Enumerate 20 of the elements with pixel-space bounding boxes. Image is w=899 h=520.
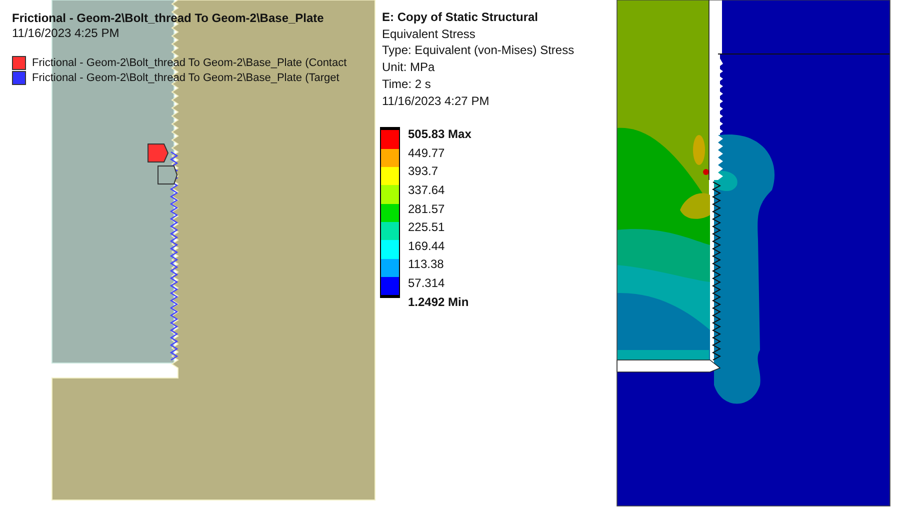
result-info: Type: Equivalent (von-Mises) Stress <box>382 42 576 60</box>
contact-marker-icon <box>148 144 169 162</box>
scale-value: 281.57 <box>408 200 446 218</box>
scale-value: 225.51 <box>408 219 446 236</box>
scale-value: 113.38 <box>408 256 445 274</box>
result-info: Equivalent Stress <box>382 26 476 42</box>
target-marker-icon <box>158 166 178 184</box>
result-info: Time: 2 s <box>382 76 432 93</box>
scale-value: 337.64 <box>408 182 446 199</box>
scale-value: 393.7 <box>408 163 440 180</box>
timestamp: 11/16/2023 4:25 PM <box>12 26 120 40</box>
result-info: Unit: MPa <box>382 59 436 76</box>
scale-value: 505.83 Max <box>408 126 472 144</box>
result-title: E: Copy of Static Structural <box>382 9 540 26</box>
scale-value: 1.2492 Min <box>408 294 470 311</box>
scale-value: 169.44 <box>408 238 446 255</box>
scale-value: 449.77 <box>408 144 446 162</box>
contact-title: Frictional - Geom-2\Bolt_thread To Geom-2\Base_Plate <box>12 11 325 25</box>
scale-value: 57.314 <box>408 274 446 292</box>
result-info: 11/16/2023 4:27 PM <box>382 92 490 110</box>
